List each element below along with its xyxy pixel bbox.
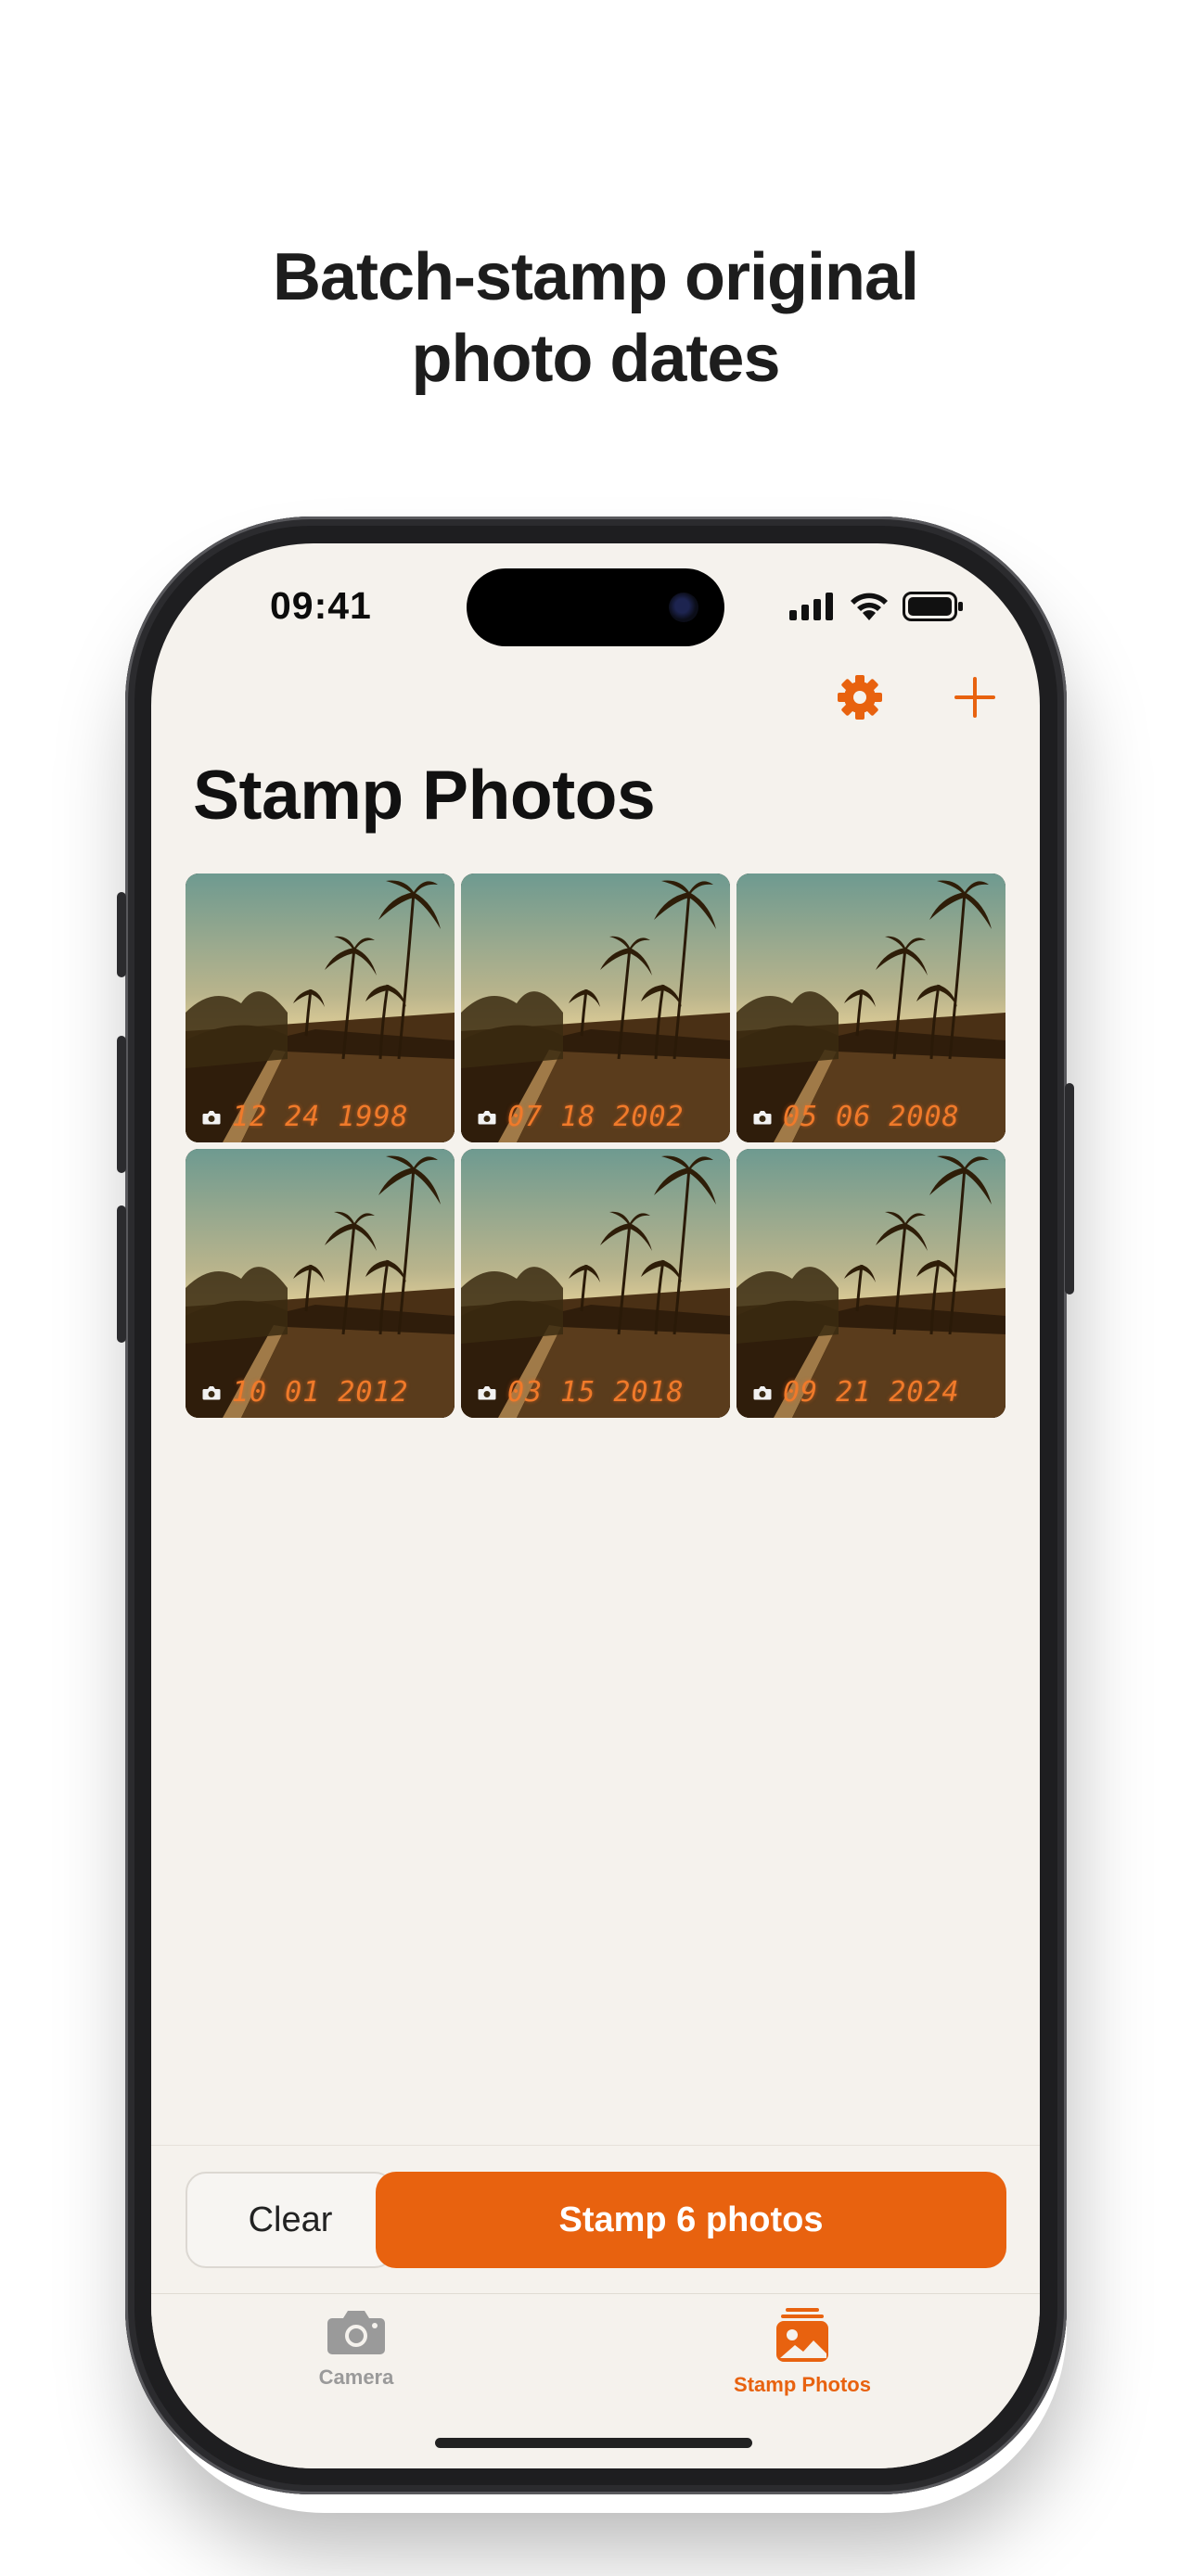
photo-date-label: 10 01 2012 — [232, 1376, 409, 1409]
tab-stamp-photos[interactable]: Stamp Photos — [663, 2307, 941, 2397]
date-stamp: 10 01 2012 — [202, 1376, 409, 1409]
photo-date-label: 05 06 2008 — [783, 1101, 960, 1133]
date-stamp: 03 15 2018 — [478, 1376, 685, 1409]
power-button — [1065, 1083, 1074, 1294]
clear-button[interactable]: Clear — [186, 2172, 395, 2268]
stamp-photos-button[interactable]: Stamp 6 photos — [376, 2172, 1006, 2268]
photo-tile[interactable]: 07 18 2002 — [461, 874, 730, 1142]
volume-down-button — [117, 1205, 126, 1343]
photo-tile[interactable]: 03 15 2018 — [461, 1149, 730, 1418]
home-indicator — [435, 2438, 752, 2448]
page-title: Stamp Photos — [193, 756, 656, 834]
headline: Batch-stamp original photo dates — [0, 236, 1191, 400]
date-stamp: 07 18 2002 — [478, 1101, 685, 1133]
action-button — [117, 892, 126, 977]
screen: 09:41 Stamp Photos 12 24 1998 07 18 2002… — [151, 543, 1040, 2468]
stamp-camera-icon — [753, 1385, 772, 1399]
settings-gear-icon[interactable] — [836, 673, 884, 721]
photo-date-label: 09 21 2024 — [783, 1376, 960, 1409]
wifi-icon — [851, 593, 888, 620]
add-photos-plus-icon[interactable] — [949, 671, 1001, 723]
dynamic-island — [467, 568, 724, 646]
stamp-camera-icon — [478, 1110, 496, 1124]
volume-up-button — [117, 1036, 126, 1173]
headline-line-2: photo dates — [411, 322, 781, 396]
camera-icon — [327, 2311, 385, 2354]
status-icons — [789, 590, 964, 623]
headline-line-1: Batch-stamp original — [272, 240, 919, 314]
front-camera — [669, 593, 698, 622]
photo-date-label: 03 15 2018 — [507, 1376, 685, 1409]
photo-grid: 12 24 1998 07 18 2002 05 06 2008 10 01 2… — [186, 874, 1006, 1418]
date-stamp: 09 21 2024 — [753, 1376, 960, 1409]
stamp-camera-icon — [202, 1385, 221, 1399]
photo-date-label: 07 18 2002 — [507, 1101, 685, 1133]
photo-tile[interactable]: 09 21 2024 — [736, 1149, 1005, 1418]
photo-tile[interactable]: 05 06 2008 — [736, 874, 1005, 1142]
photo-date-label: 12 24 1998 — [232, 1101, 409, 1133]
date-stamp: 05 06 2008 — [753, 1101, 960, 1133]
tab-camera[interactable]: Camera — [217, 2307, 495, 2390]
photo-tile[interactable]: 12 24 1998 — [186, 874, 455, 1142]
battery-icon — [903, 592, 963, 621]
tab-stamp-photos-label: Stamp Photos — [734, 2373, 871, 2396]
photo-stack-icon — [776, 2308, 828, 2362]
tab-camera-label: Camera — [318, 2366, 394, 2389]
cellular-signal-icon — [789, 593, 833, 620]
stamp-camera-icon — [478, 1385, 496, 1399]
photo-tile[interactable]: 10 01 2012 — [186, 1149, 455, 1418]
stamp-camera-icon — [202, 1110, 221, 1124]
status-time: 09:41 — [270, 584, 372, 627]
date-stamp: 12 24 1998 — [202, 1101, 409, 1133]
action-bar: Clear Stamp 6 photos — [151, 2145, 1040, 2294]
stamp-camera-icon — [753, 1110, 772, 1124]
